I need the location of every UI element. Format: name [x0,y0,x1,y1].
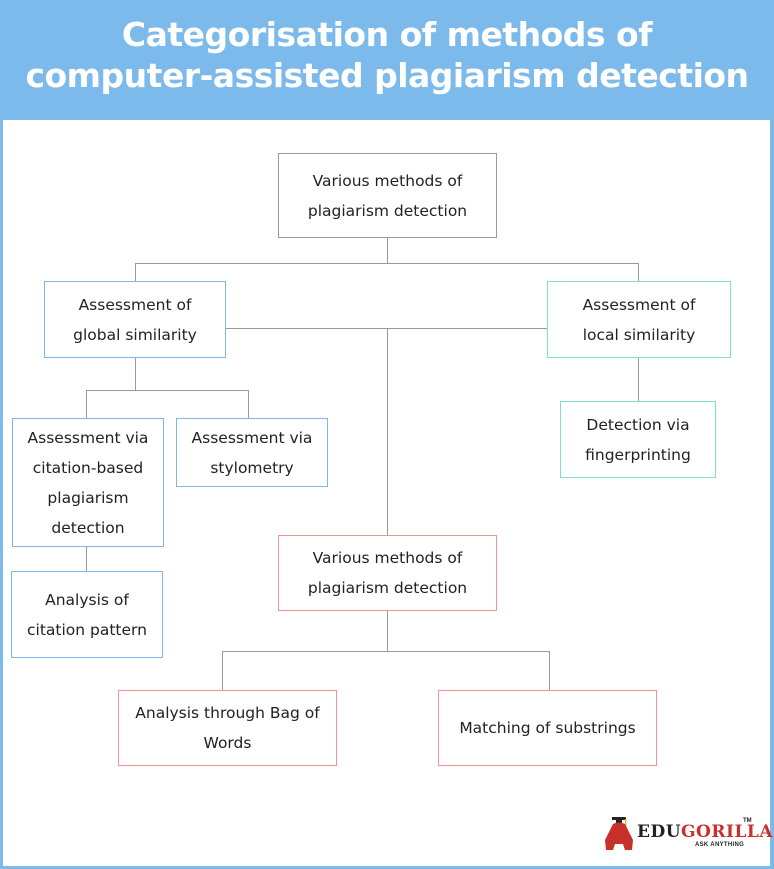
node-global-similarity: Assessment of global similarity [44,281,226,358]
connector [638,357,639,402]
node-substrings: Matching of substrings [438,690,657,766]
node-label: Analysis of citation pattern [27,590,147,639]
node-methods-second: Various methods of plagiarism detection [278,535,497,611]
node-bag-of-words: Analysis through Bag of Words [118,690,337,766]
connector [222,651,550,652]
node-citation-pattern: Analysis of citation pattern [11,571,163,658]
connector [638,263,639,282]
logo-wordmark: EDUGORILLA [637,822,774,842]
connector [135,263,639,264]
node-label: Analysis through Bag of Words [135,704,320,752]
node-local-similarity: Assessment of local similarity [547,281,731,358]
connector [135,357,136,391]
node-citation-based: Assessment via citation-based plagiarism… [12,418,164,547]
node-stylometry: Assessment via stylometry [176,418,328,487]
node-label: Assessment of global similarity [73,295,197,344]
connector [86,390,87,418]
title-line-2: computer-assisted plagiarism detection [25,56,749,95]
connector [222,651,223,691]
connector [248,390,249,418]
node-label: Matching of substrings [459,719,636,737]
node-fingerprinting: Detection via fingerprinting [560,401,716,478]
trademark: TM [743,818,752,824]
node-label: Various methods of plagiarism detection [307,171,468,220]
gorilla-icon [605,817,633,850]
connector [549,651,550,691]
node-label: Assessment of local similarity [582,295,696,344]
node-label: Various methods of plagiarism detection [307,549,468,597]
connector [387,610,388,651]
edugorilla-logo: EDUGORILLA TM ASK ANYTHING [603,816,773,856]
logo-tagline: ASK ANYTHING [695,842,745,848]
connector [387,328,388,536]
node-label: Detection via fingerprinting [585,415,691,464]
header-banner: Categorisation of methods of computer-as… [0,0,774,120]
node-root: Various methods of plagiarism detection [278,153,497,238]
diagram-title: Categorisation of methods of computer-as… [0,14,774,96]
title-line-1: Categorisation of methods of [121,15,653,54]
connector [225,328,547,329]
node-label: Assessment via stylometry [191,428,313,477]
node-label: Assessment via citation-based plagiarism… [27,428,149,537]
connector [86,546,87,572]
connector [387,237,388,264]
connector [135,263,136,282]
connector [86,390,249,391]
